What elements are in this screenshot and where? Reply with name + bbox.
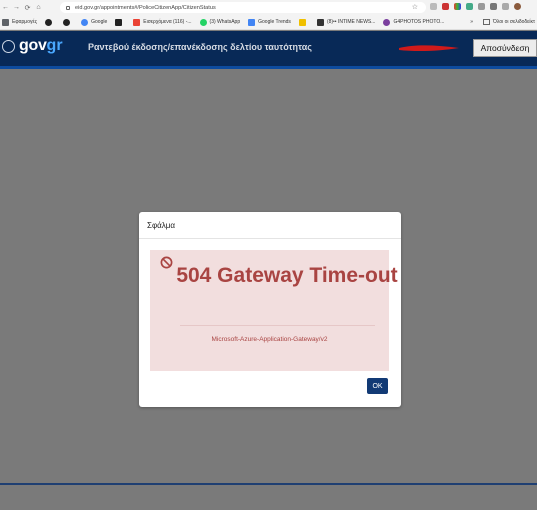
bookmark-item[interactable] [63, 18, 73, 26]
whatsapp-icon [199, 18, 207, 26]
forward-icon[interactable]: → [11, 4, 22, 11]
download-icon[interactable] [490, 3, 497, 10]
github-icon [63, 18, 71, 26]
photo-icon [383, 18, 391, 26]
page-footer-line [0, 483, 537, 485]
bookmark-whatsapp[interactable]: (3) WhatsApp [199, 18, 241, 26]
bookmarks-bar: Εφαρμογές Google Εισερχόμενα (116) -... … [0, 15, 537, 30]
error-subtitle: Microsoft-Azure-Application-Gateway/v2 [211, 336, 328, 343]
bookmark-label: G4PHOTOS PHOTO... [393, 19, 445, 25]
bookmark-label: Εισερχόμενα (116) -... [143, 19, 192, 25]
error-alert: 504 Gateway Time-out Microsoft-Azure-App… [150, 250, 398, 371]
trends-icon [248, 18, 256, 26]
bookmark-item[interactable] [45, 18, 55, 26]
news-icon [316, 18, 324, 26]
google-icon [81, 18, 89, 26]
bookmark-label: (3) WhatsApp [209, 19, 241, 25]
github-icon [45, 18, 53, 26]
bookmark-gmail[interactable]: Εισερχόμενα (116) -... [133, 18, 192, 26]
home-icon[interactable]: ⌂ [33, 4, 44, 11]
bookmark-intime[interactable]: (8)•• INTIME NEWS... [316, 18, 376, 26]
bookmark-g4photos[interactable]: G4PHOTOS PHOTO... [383, 18, 445, 26]
emblem-icon [2, 39, 15, 53]
bookmark-label: Google Trends [258, 19, 291, 25]
url-text: eid.gov.gr/appointments#/PoliceCitizenAp… [75, 4, 216, 11]
site-header: gov gr Ραντεβού έκδοσης/επανέκδοσης δελτί… [0, 31, 537, 69]
bookmarks-right: » Όλοι οι σελιδοδείκτ [470, 19, 535, 25]
bookmark-item[interactable] [115, 18, 125, 26]
apps-icon [2, 18, 9, 26]
ok-button[interactable]: OK [367, 378, 388, 394]
gmail-icon [133, 18, 141, 26]
error-title: 504 Gateway Time-out [176, 264, 398, 287]
dialog-title: Σφάλμα [139, 212, 401, 239]
v-icon [298, 18, 306, 26]
bookmark-label: Εφαρμογές [12, 19, 38, 25]
govgr-logo[interactable]: gov gr [2, 37, 63, 55]
all-bookmarks-button[interactable]: Όλοι οι σελιδοδείκτ [493, 19, 535, 25]
extensions-area [430, 3, 521, 10]
logo-gov-text: gov [19, 37, 47, 54]
redaction-mark [399, 45, 459, 52]
logout-button[interactable]: Αποσύνδεση [473, 39, 537, 57]
extension-icon[interactable] [442, 3, 449, 10]
youtube-icon [115, 18, 123, 26]
bookmark-label: Google [91, 19, 108, 25]
sidepanel-icon[interactable] [502, 3, 509, 10]
bookmark-google[interactable]: Google [81, 18, 108, 26]
bookmark-trends[interactable]: Google Trends [248, 18, 291, 26]
address-bar[interactable]: eid.gov.gr/appointments#/PoliceCitizenAp… [60, 2, 426, 13]
divider [180, 325, 375, 326]
extension-icon[interactable] [430, 3, 437, 10]
reload-icon[interactable]: ⟳ [22, 4, 33, 12]
logo-gr-text: gr [46, 37, 63, 54]
back-icon[interactable]: ← [0, 4, 11, 11]
site-info-icon[interactable] [66, 5, 70, 10]
browser-toolbar: ← → ⟳ ⌂ eid.gov.gr/appointments#/PoliceC… [0, 0, 537, 15]
avatar[interactable] [514, 3, 521, 10]
folder-icon [483, 19, 491, 25]
bookmark-item[interactable] [298, 18, 309, 26]
extension-icon[interactable] [466, 3, 473, 10]
bookmark-star-icon[interactable]: ☆ [412, 3, 418, 11]
bookmark-label: (8)•• INTIME NEWS... [326, 19, 376, 25]
more-bookmarks-button[interactable]: » [470, 19, 473, 25]
puzzle-icon[interactable] [478, 3, 485, 10]
page-title: Ραντεβού έκδοσης/επανέκδοσης δελτίου ταυ… [88, 42, 312, 52]
extension-icon[interactable] [454, 3, 461, 10]
error-dialog: Σφάλμα 504 Gateway Time-out Microsoft-Az… [139, 212, 401, 407]
bookmark-apps[interactable]: Εφαρμογές [2, 18, 38, 26]
